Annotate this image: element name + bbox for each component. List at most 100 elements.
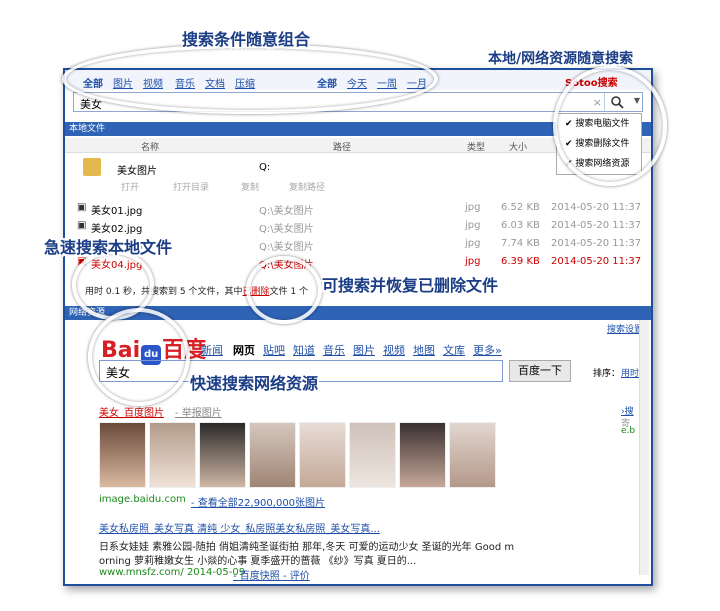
file-path: Q:\美女图片 (259, 242, 314, 253)
callout-combine: 搜索条件随意组合 (182, 30, 311, 49)
chevron-down-icon[interactable]: ▼ (634, 96, 640, 105)
file-date: 2014-05-20 11:37 (551, 202, 642, 213)
status-bar: 用时 0.1 秒，共搜索到 5 个文件，其中已删除文件 1 个 (85, 284, 308, 297)
file-name: 美女02.jpg (91, 224, 143, 235)
file-date: 2014-05-20 11:37 (551, 220, 642, 231)
network-section-header: 网络资源 (65, 306, 651, 320)
result-url: image.baidu.com (99, 494, 186, 505)
menu-item-network[interactable]: ✔ 搜索网络资源 (557, 154, 641, 174)
nav-video[interactable]: 视频 (383, 342, 405, 358)
open-folder-button[interactable]: 打开目录 (173, 180, 209, 193)
sort-link[interactable]: 用时 (621, 366, 639, 379)
snapshot-link[interactable]: - 百度快照 - 评价 (233, 567, 310, 582)
filter-type-all[interactable]: 全部 (83, 75, 103, 90)
filter-type-video[interactable]: 视频 (143, 75, 163, 90)
baidu-search-button[interactable]: 百度一下 (509, 360, 571, 382)
deleted-link[interactable]: 已删除 (242, 287, 269, 297)
folder-path: Q: (259, 162, 271, 173)
file-row[interactable]: ▣ 美女02.jpg Q:\美女图片 jpg 6.03 KB 2014-05-2… (65, 218, 651, 235)
copy-path-button[interactable]: 复制路径 (289, 180, 325, 193)
file-size: 6.52 KB (501, 202, 540, 213)
filter-time-today[interactable]: 今天 (347, 75, 367, 90)
file-size: 7.74 KB (501, 238, 540, 249)
result-url: www.mnsfz.com/ 2014-05-09 (99, 567, 246, 578)
nav-music[interactable]: 音乐 (323, 342, 345, 358)
result-title[interactable]: 美女私房照_美女写真 清纯 少女_私房照美女私房照_美女写真... (99, 520, 380, 535)
callout-recover: 可搜索并恢复已删除文件 (322, 276, 499, 295)
view-all-link[interactable]: - 查看全部22,900,000张图片 (191, 494, 325, 509)
folder-icon (83, 158, 101, 176)
callout-local-network: 本地/网络资源随意搜索 (488, 51, 634, 67)
result-snippet: 日系女娃娃 素雅公园-随拍 俏姐清纯圣诞街拍 那年,冬天 可爱的运动少女 圣诞的… (99, 542, 515, 553)
col-type[interactable]: 类型 (467, 140, 485, 153)
nav-map[interactable]: 地图 (413, 342, 435, 358)
nav-image[interactable]: 图片 (353, 342, 375, 358)
file-size: 6.03 KB (501, 220, 540, 231)
menu-item-local[interactable]: ✔ 搜索电脑文件 (557, 114, 641, 134)
menu-item-deleted[interactable]: ✔ 搜索删除文件 (557, 134, 641, 154)
nav-tieba[interactable]: 贴吧 (263, 342, 285, 358)
file-path: Q:\美女图片 (259, 224, 314, 235)
filter-bar: 全部 图片 视频 音乐 文档 压缩 全部 今天 一周 一月 Sotoo搜索 (65, 70, 651, 90)
result-thumbnail[interactable] (349, 422, 396, 488)
col-size[interactable]: 大小 (509, 140, 527, 153)
status-text: 用时 0.1 秒，共搜索到 5 个文件，其中 (85, 287, 243, 297)
search-input[interactable]: 美女 (80, 96, 102, 112)
result-thumbnail[interactable] (399, 422, 446, 488)
result-thumbnail[interactable] (99, 422, 146, 488)
nav-wenku[interactable]: 文库 (443, 342, 465, 358)
file-path: Q:\美女图片 (259, 206, 314, 217)
nav-zhidao[interactable]: 知道 (293, 342, 315, 358)
menu-item-label: 搜索删除文件 (575, 139, 630, 149)
scrollbar[interactable] (639, 320, 649, 575)
search-bar: 美女 × ▼ (73, 92, 643, 112)
file-icon: ▣ (77, 202, 87, 213)
file-row[interactable]: ▣ 美女01.jpg Q:\美女图片 jpg 6.52 KB 2014-05-2… (65, 200, 651, 217)
nav-more[interactable]: 更多» (473, 342, 502, 358)
sort-label: 排序： (593, 369, 621, 379)
folder-name[interactable]: 美女图片 (117, 162, 157, 177)
file-type: jpg (465, 256, 481, 267)
search-settings-link[interactable]: 搜索设置 (607, 322, 643, 335)
result-thumbnail[interactable] (149, 422, 196, 488)
file-type: jpg (465, 238, 481, 249)
side-url: e.b (621, 426, 636, 436)
file-date: 2014-05-20 11:37 (551, 256, 642, 267)
app-window: 全部 图片 视频 音乐 文档 压缩 全部 今天 一周 一月 Sotoo搜索 美女… (63, 68, 653, 586)
filter-time-week[interactable]: 一周 (377, 75, 397, 90)
report-link[interactable]: - 举报图片 (175, 404, 222, 419)
menu-item-label: 搜索网络资源 (575, 159, 630, 169)
file-path: Q:\美女图片 (259, 260, 314, 271)
result-thumbnail[interactable] (449, 422, 496, 488)
col-name[interactable]: 名称 (141, 140, 159, 153)
result-thumbnail[interactable] (299, 422, 346, 488)
callout-fast-network: 快速搜索网络资源 (190, 374, 319, 393)
result-thumbnail[interactable] (199, 422, 246, 488)
nav-news[interactable]: 新闻 (201, 342, 223, 358)
file-type: jpg (465, 220, 481, 231)
search-icon[interactable] (604, 93, 628, 111)
menu-item-label: 搜索电脑文件 (575, 119, 630, 129)
filter-time-month[interactable]: 一月 (407, 75, 427, 90)
result-snippet: orning 萝莉稚嫩女生 小燚的心事 夏季盛开的蔷薇 《纱》写真 夏日的... (99, 556, 417, 567)
filter-type-image[interactable]: 图片 (113, 75, 133, 90)
clear-icon[interactable]: × (593, 96, 602, 109)
filter-time-all[interactable]: 全部 (317, 75, 337, 90)
copy-button[interactable]: 复制 (241, 180, 259, 193)
file-name: 美女04.jpg (91, 260, 143, 271)
result-thumbnail[interactable] (249, 422, 296, 488)
filter-type-doc[interactable]: 文档 (205, 75, 225, 90)
file-size: 6.39 KB (501, 256, 540, 267)
status-suffix: 文件 1 个 (269, 287, 308, 297)
col-path[interactable]: 路径 (333, 140, 351, 153)
filter-type-music[interactable]: 音乐 (175, 75, 195, 90)
open-button[interactable]: 打开 (121, 180, 139, 193)
search-scope-menu: ✔ 搜索电脑文件 ✔ 搜索删除文件 ✔ 搜索网络资源 (556, 113, 642, 175)
filter-type-archive[interactable]: 压缩 (235, 75, 255, 90)
callout-fast-local: 急速搜索本地文件 (44, 238, 173, 257)
file-icon: ▣ (77, 220, 87, 231)
file-date: 2014-05-20 11:37 (551, 238, 642, 249)
nav-web[interactable]: 网页 (233, 342, 255, 358)
file-type: jpg (465, 202, 481, 213)
result-title[interactable]: 美女_百度图片 (99, 404, 164, 419)
